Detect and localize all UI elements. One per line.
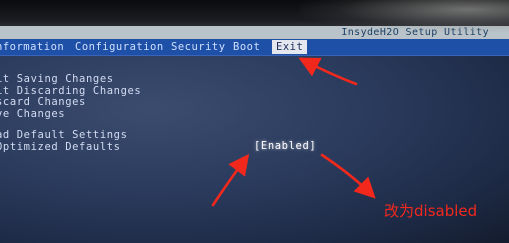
annotation-label: 改为disabled xyxy=(384,202,478,220)
red-arrow-icon xyxy=(298,57,358,86)
red-arrow-icon xyxy=(320,153,376,199)
red-arrow-icon xyxy=(211,153,250,207)
bios-screen: InsydeH2O Setup Utility nformation Confi… xyxy=(0,0,509,243)
